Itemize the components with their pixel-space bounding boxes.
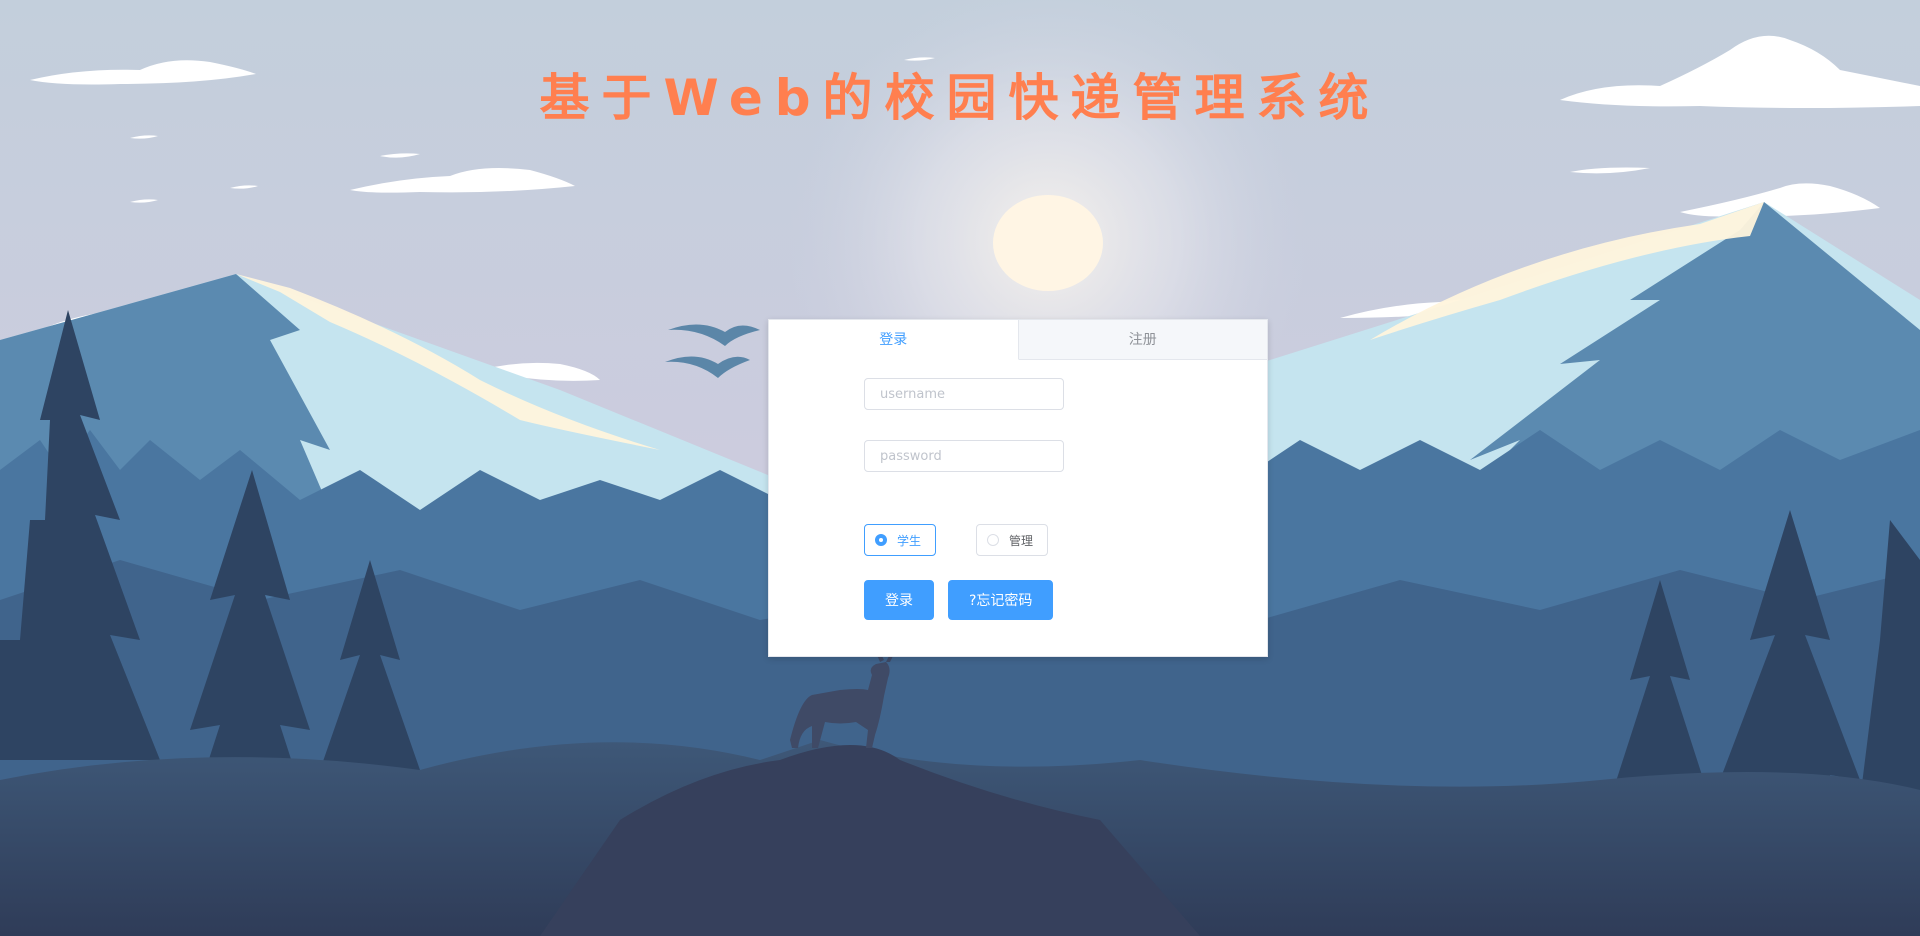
page-title: 基于Web的校园快递管理系统 xyxy=(539,69,1381,127)
tab-login[interactable]: 登录 xyxy=(769,320,1019,360)
login-button[interactable]: 登录 xyxy=(864,580,934,620)
form-actions: 登录 ?忘记密码 xyxy=(864,580,1067,620)
auth-tabs: 登录 注册 xyxy=(769,320,1267,360)
username-input[interactable] xyxy=(864,378,1064,410)
role-radio-group: 学生 管理 xyxy=(864,524,1088,556)
password-input[interactable] xyxy=(864,440,1064,472)
radio-checked-icon xyxy=(875,534,887,546)
role-radio-student[interactable]: 学生 xyxy=(864,524,937,556)
role-label-student: 学生 xyxy=(897,533,922,548)
tab-register[interactable]: 注册 xyxy=(1018,320,1267,360)
role-label-admin: 管理 xyxy=(1009,533,1034,548)
forgot-password-button[interactable]: ?忘记密码 xyxy=(948,580,1054,620)
login-card: 登录 注册 学生 管理 登录 ?忘记密码 xyxy=(768,319,1268,657)
role-radio-admin[interactable]: 管理 xyxy=(976,524,1049,556)
login-form xyxy=(864,378,1064,502)
radio-unchecked-icon xyxy=(987,534,1000,546)
